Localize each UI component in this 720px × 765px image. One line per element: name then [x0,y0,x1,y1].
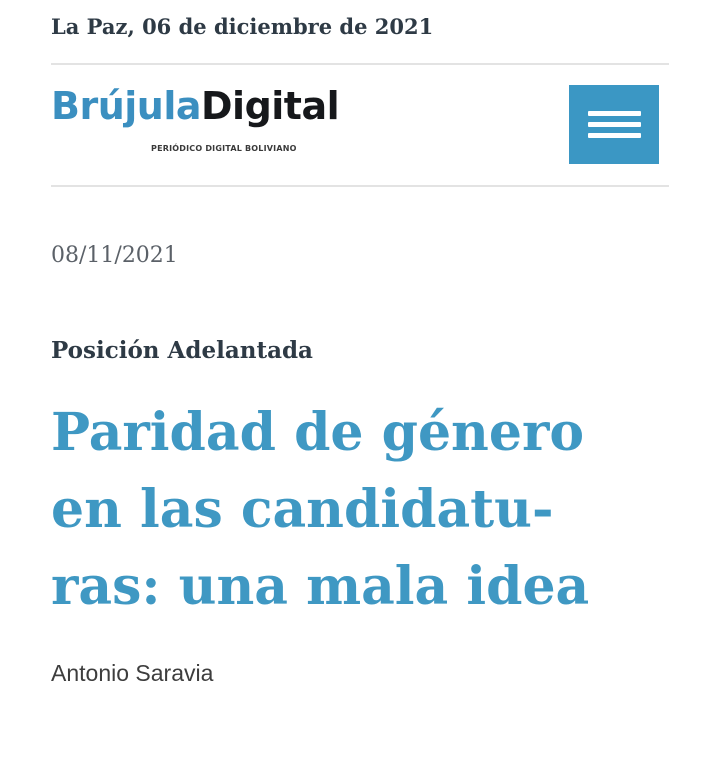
article-author[interactable]: Antonio Saravia [51,660,213,687]
site-logo[interactable]: BrújulaDigital PERIÓDICO DIGITAL BOLIVIA… [51,84,431,164]
headline-line: ras: una mala idea [51,556,590,617]
menu-bar [588,111,641,116]
menu-bar [588,122,641,127]
logo-wordmark-digital: Digital [201,84,340,128]
article-section[interactable]: Posición Adelantada [51,337,313,364]
logo-tagline: PERIÓDICO DIGITAL BOLIVIANO [151,144,297,153]
page: La Paz, 06 de diciembre de 2021 BrújulaD… [0,0,720,765]
header-bottom-divider [51,185,669,187]
headline-line: en las candidatu- [51,479,554,540]
logo-wordmark: BrújulaDigital [51,84,340,128]
menu-button[interactable] [569,85,659,164]
header-top-divider [51,63,669,65]
article-headline: Paridad de género en las candidatu- ras:… [51,394,691,625]
menu-bar [588,133,641,138]
logo-wordmark-brujula: Brújula [51,84,202,128]
article-date: 08/11/2021 [51,243,178,268]
headline-line: Paridad de género [51,402,585,463]
dateline: La Paz, 06 de diciembre de 2021 [51,14,434,39]
